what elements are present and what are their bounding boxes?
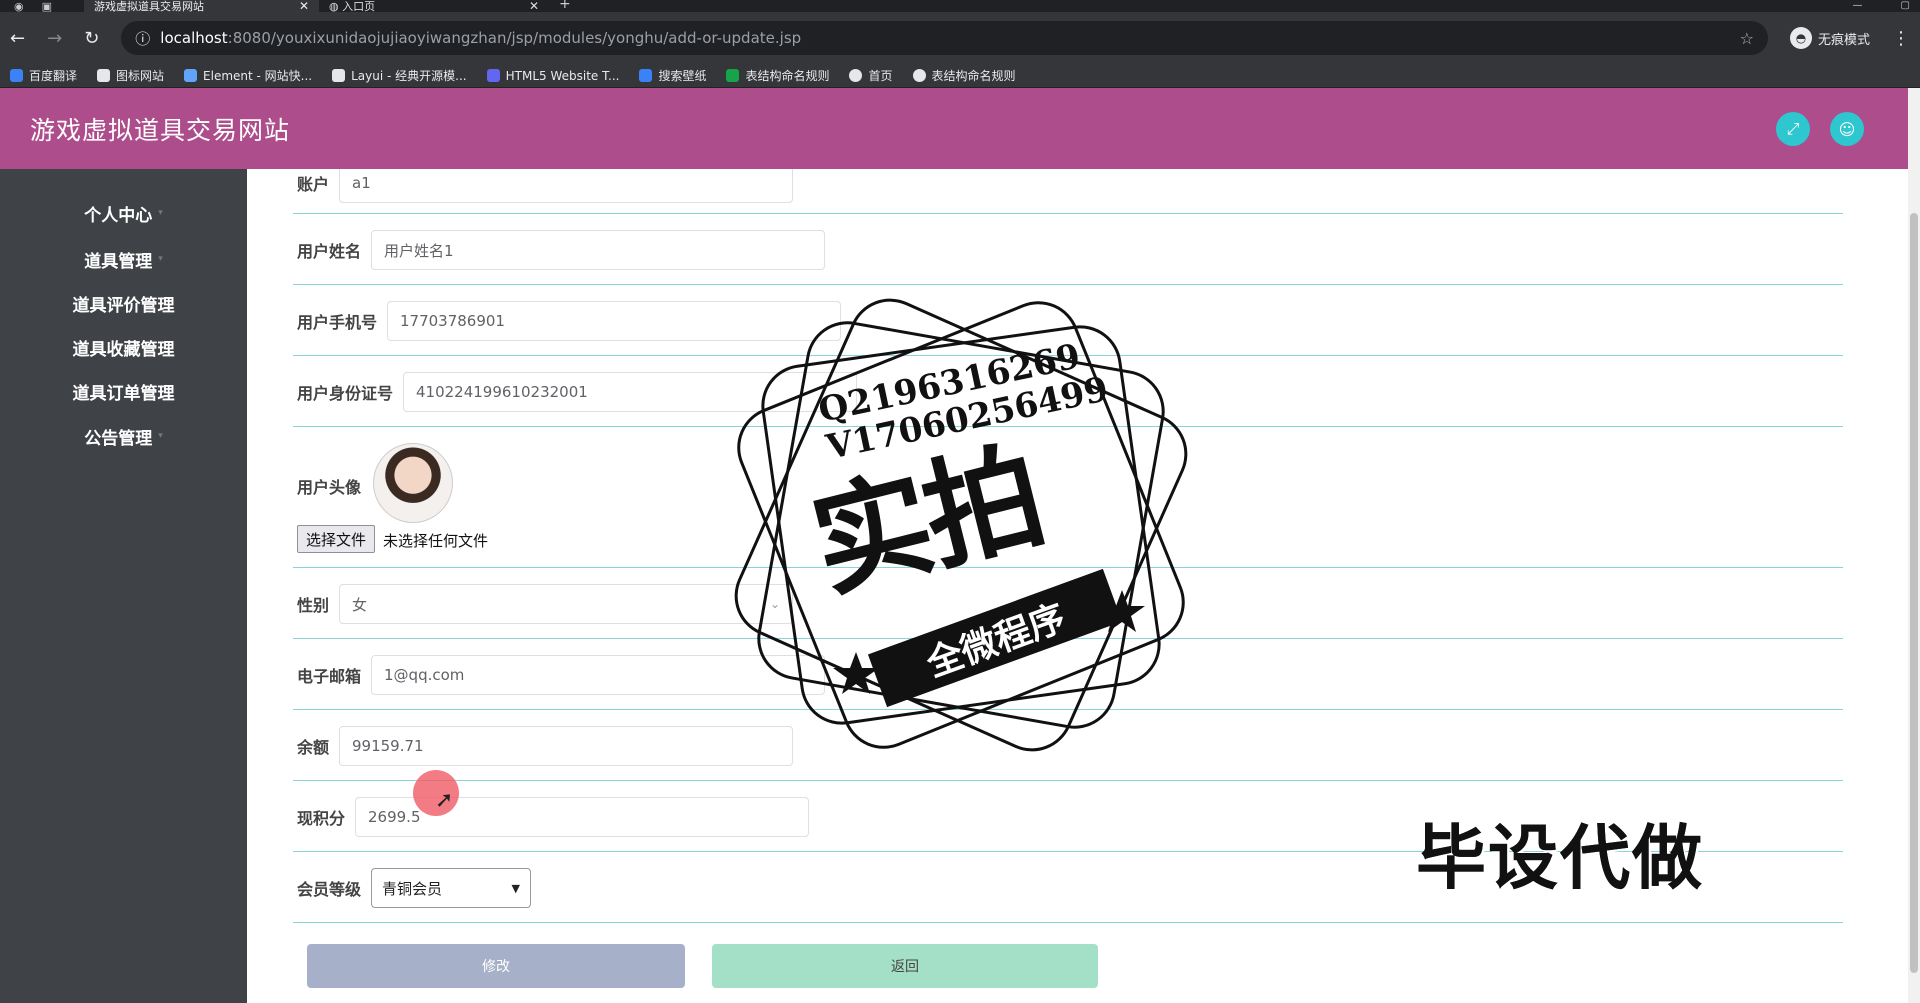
bookmark-item[interactable]: 百度翻译 <box>10 67 77 84</box>
chevron-down-icon: ▾ <box>158 254 163 264</box>
maximize-icon[interactable]: ▢ <box>1901 0 1910 11</box>
bookmark-icon <box>912 69 926 82</box>
window-controls: — ▢ <box>1853 0 1910 11</box>
bookmark-item[interactable]: 表结构命名规则 <box>726 67 829 84</box>
sidebar-item-reviews[interactable]: 道具评价管理 <box>0 291 247 316</box>
bookmark-star-icon[interactable]: ☆ <box>1740 29 1754 48</box>
tab-entry[interactable]: ◍ 入口页 ✕ <box>319 0 549 13</box>
url-path: :8080/youxixunidaojujiaoyiwangzhan/jsp/m… <box>227 29 802 47</box>
field-label: 现积分 <box>297 809 346 828</box>
bookmark-icon <box>639 69 653 82</box>
page-scrollbar[interactable] <box>1908 88 1920 1003</box>
bookmark-icon <box>10 69 23 82</box>
submit-button[interactable]: 修改 <box>307 944 685 988</box>
chevron-down-icon: ▾ <box>158 208 163 218</box>
browser-logo-icon: ◉ <box>14 0 24 13</box>
back-button[interactable]: 返回 <box>712 944 1098 988</box>
sidebar: 个人中心 ▾ 道具管理 ▾ 道具评价管理 道具收藏管理 道具订单管理 公告管理 ▾ <box>0 169 247 1003</box>
gender-select[interactable]: 女 ⌄ <box>339 584 793 624</box>
form-row-account: 账户 a1 <box>293 169 1843 214</box>
sidebar-item-personal[interactable]: 个人中心 ▾ <box>0 201 247 226</box>
bookmark-icon <box>486 69 500 82</box>
bookmark-icon <box>97 69 111 82</box>
cursor-icon: ➚ <box>435 788 454 813</box>
field-label: 余额 <box>297 738 330 757</box>
bookmark-item[interactable]: 图标网站 <box>97 67 164 84</box>
close-icon[interactable]: ✕ <box>529 0 539 13</box>
tabstrip-left-icons: ◉ ▣ <box>14 0 52 13</box>
app-header: 游戏虚拟道具交易网站 ⤢ ☺ <box>0 88 1908 169</box>
level-select[interactable]: 青铜会员 ▼ <box>371 868 531 908</box>
expand-icon: ⤢ <box>1786 119 1800 138</box>
minimize-icon[interactable]: — <box>1853 0 1863 11</box>
sidebar-item-items[interactable]: 道具管理 ▾ <box>0 247 247 272</box>
url-host: localhost <box>160 29 228 47</box>
browser-tabstrip: ◉ ▣ 游戏虚拟道具交易网站 ✕ ◍ 入口页 ✕ + — ▢ <box>0 0 1920 13</box>
file-status: 未选择任何文件 <box>383 532 489 550</box>
field-label: 用户头像 <box>297 478 362 497</box>
field-label: 性别 <box>297 596 330 615</box>
bookmark-item[interactable]: Layui - 经典开源模... <box>332 67 467 84</box>
bookmarks-bar: 百度翻译 图标网站 Element - 网站快... Layui - 经典开源模… <box>0 64 1920 88</box>
choose-file-button[interactable]: 选择文件 <box>297 525 376 553</box>
field-label: 用户姓名 <box>297 242 362 261</box>
bookmark-item[interactable]: 搜索壁纸 <box>639 67 706 84</box>
tab-label: 游戏虚拟道具交易网站 <box>94 0 204 13</box>
incognito-indicator[interactable]: ◓ 无痕模式 <box>1789 27 1870 49</box>
incognito-icon: ◓ <box>1789 27 1812 49</box>
incognito-label: 无痕模式 <box>1817 32 1870 48</box>
back-icon[interactable]: ← <box>10 28 25 49</box>
field-label: 账户 <box>297 175 330 194</box>
menu-icon[interactable]: ⋮ <box>1892 28 1910 49</box>
close-icon[interactable]: ✕ <box>299 0 309 13</box>
sidebar-item-favorites[interactable]: 道具收藏管理 <box>0 335 247 360</box>
field-label: 会员等级 <box>297 880 362 899</box>
bookmark-item[interactable]: HTML5 Website T... <box>486 69 619 83</box>
sidebar-item-notices[interactable]: 公告管理 ▾ <box>0 424 247 449</box>
chevron-down-icon: ▾ <box>158 431 163 441</box>
address-bar: ← → ↻ ⓘ localhost:8080/youxixunidaojujia… <box>0 12 1920 64</box>
reload-icon[interactable]: ↻ <box>84 28 99 49</box>
tab-overview-icon[interactable]: ▣ <box>42 0 52 13</box>
fullscreen-button[interactable]: ⤢ <box>1776 112 1810 146</box>
tab-label: 入口页 <box>342 0 376 13</box>
scrollbar-thumb[interactable] <box>1910 213 1918 973</box>
bookmark-item[interactable]: 首页 <box>849 67 893 84</box>
bookmark-icon <box>332 69 346 82</box>
bookmark-item[interactable]: Element - 网站快... <box>184 67 312 84</box>
field-label: 电子邮箱 <box>297 667 362 686</box>
bookmark-item[interactable]: 表结构命名规则 <box>912 67 1016 84</box>
sidebar-item-orders[interactable]: 道具订单管理 <box>0 379 247 404</box>
watermark-text: 毕设代做 <box>1416 817 1704 899</box>
user-icon: ☺ <box>1838 119 1856 139</box>
form-row-name: 用户姓名 用户姓名1 <box>293 214 1843 285</box>
bookmark-icon <box>849 69 863 82</box>
name-input[interactable]: 用户姓名1 <box>371 230 825 270</box>
new-tab-icon[interactable]: + <box>559 0 571 12</box>
info-icon[interactable]: ⓘ <box>135 28 150 49</box>
field-label: 用户手机号 <box>297 313 378 332</box>
site-title: 游戏虚拟道具交易网站 <box>30 115 291 145</box>
user-button[interactable]: ☺ <box>1830 112 1864 146</box>
url-input[interactable]: ⓘ localhost:8080/youxixunidaojujiaoyiwan… <box>121 21 1768 55</box>
bookmark-icon <box>726 69 740 82</box>
avatar <box>373 443 453 523</box>
tab-active[interactable]: 游戏虚拟道具交易网站 ✕ <box>84 0 319 13</box>
balance-input[interactable]: 99159.71 <box>339 726 793 766</box>
bookmark-icon <box>184 69 198 82</box>
forward-icon[interactable]: → <box>47 28 62 49</box>
globe-icon: ◍ <box>329 0 343 13</box>
account-input[interactable]: a1 <box>339 169 793 203</box>
field-label: 用户身份证号 <box>297 384 394 403</box>
chevron-down-icon: ▼ <box>511 881 520 895</box>
